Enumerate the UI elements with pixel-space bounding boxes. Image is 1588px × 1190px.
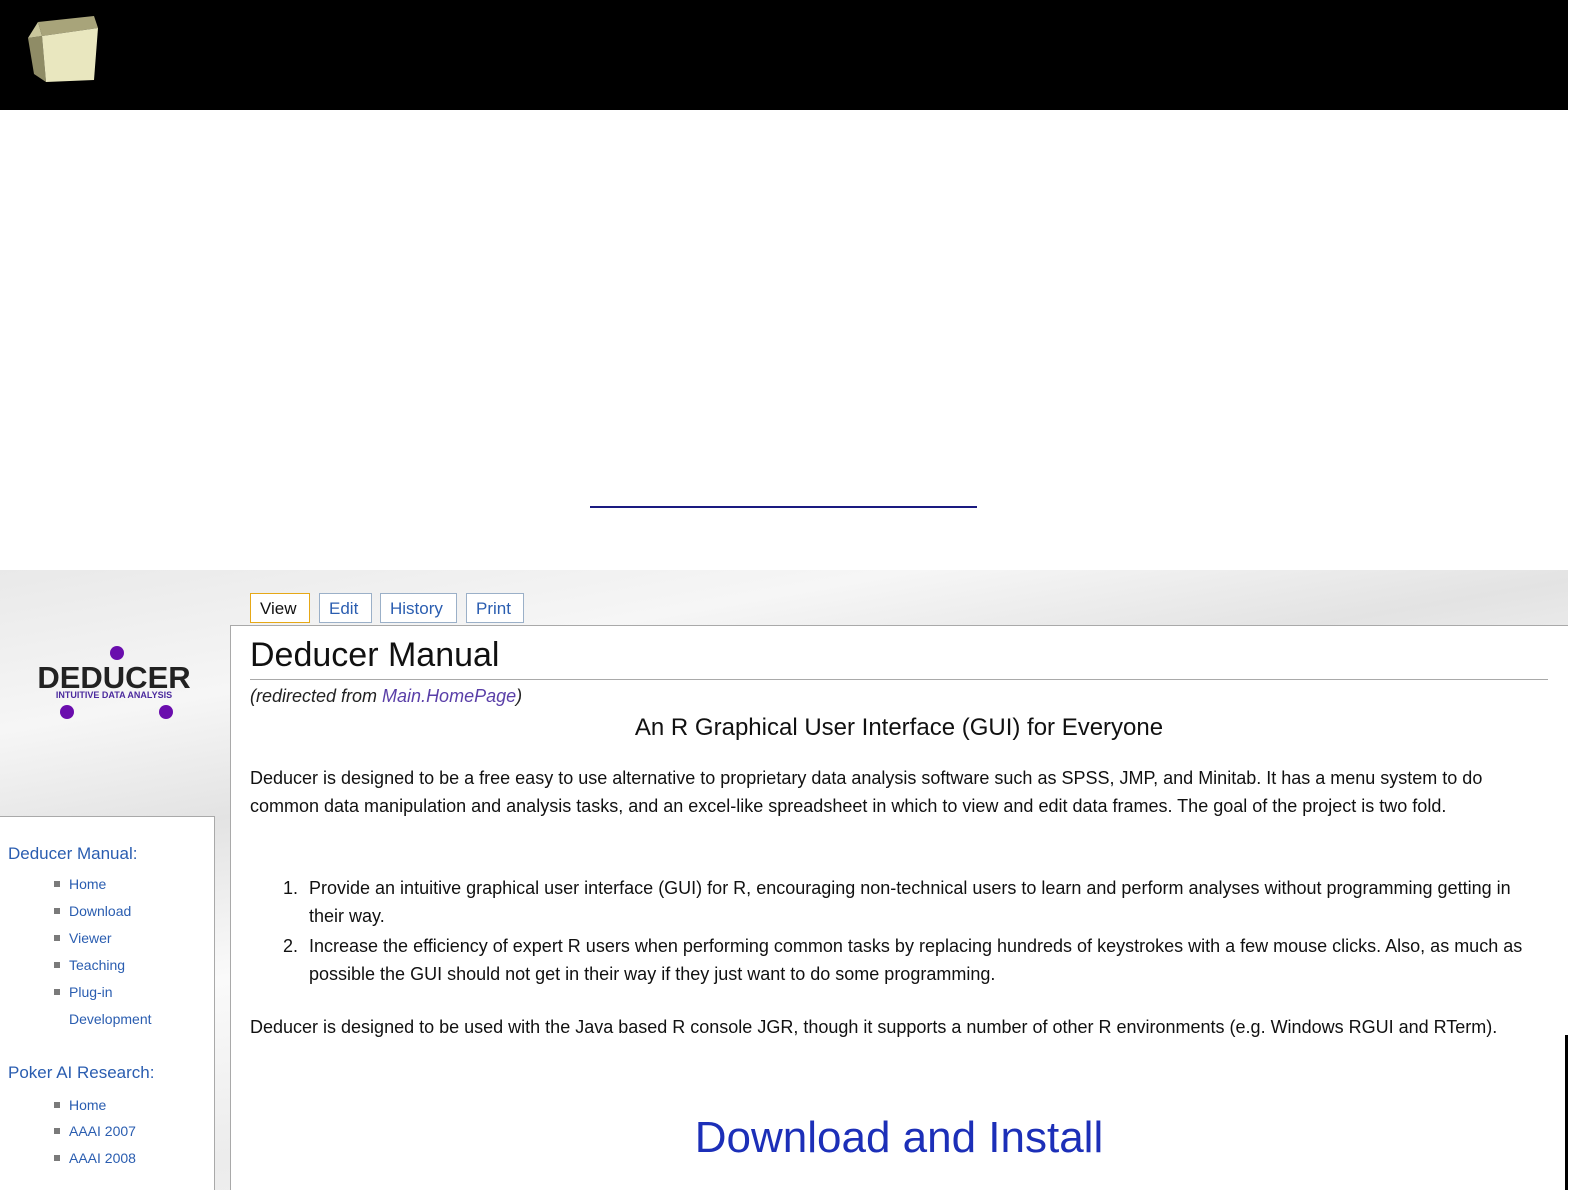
outro-paragraph: Deducer is designed to be used with the … [250,1017,1498,1037]
page-content: Deducer Manual (redirected from Main.Hom… [230,625,1568,1190]
download-heading[interactable]: Download and Install [231,1113,1567,1163]
logo-tagline: INTUITIVE DATA ANALYSIS [56,690,172,700]
page-subtitle: An R Graphical User Interface (GUI) for … [634,714,1164,741]
redirect-link[interactable]: Main.HomePage [382,686,516,706]
tab-print[interactable]: Print [466,593,524,623]
tab-history[interactable]: History [380,593,457,623]
intro-paragraph: Deducer is designed to be a free easy to… [250,768,1483,816]
sidebar-item-home[interactable]: Home [53,876,106,892]
sidebar-item-download[interactable]: Download [53,903,131,919]
sidebar-item-plugin[interactable]: Plug-in [54,984,113,1000]
list-number: 1. [283,878,299,898]
sidebar-section-poker-ai[interactable]: Poker AI Research: [8,1063,154,1083]
page-title: Deducer Manual [250,636,500,674]
tab-edit[interactable]: Edit [319,593,372,623]
sidebar-item-viewer[interactable]: Viewer [54,930,112,946]
redirect-note: (redirected from Main.HomePage) [250,686,522,707]
sidebar-item-aaai-2007[interactable]: AAAI 2007 [54,1123,136,1139]
sidebar-section-deducer-manual[interactable]: Deducer Manual: [8,844,137,864]
sidebar-item-poker-home[interactable]: Home [53,1097,106,1113]
tab-view[interactable]: View [250,593,310,623]
cube-icon [28,16,98,82]
list-number: 2. [283,936,299,956]
redirect-prefix: (redirected from [250,686,383,706]
list-item: Increase the efficiency of expert R user… [309,936,1523,984]
website-screenshot: DEDUCER INTUITIVE DATA ANALYSIS Deducer … [0,570,1568,1190]
sidebar: Deducer Manual: Home Download Viewer Tea… [0,816,215,1190]
sidebar-item-plugin-development[interactable]: Development [69,1011,152,1027]
slide-header-bar [0,0,1568,110]
deducer-logo: DEDUCER INTUITIVE DATA ANALYSIS [37,646,191,719]
sidebar-item-aaai-2008[interactable]: AAAI 2008 [54,1150,136,1166]
hyperlink-underline[interactable] [590,506,977,508]
redirect-suffix: ) [516,686,523,706]
slide-edge-line [1565,1035,1568,1190]
list-item: Provide an intuitive graphical user inte… [309,878,1511,926]
sidebar-item-teaching[interactable]: Teaching [53,957,125,973]
title-divider [250,679,1548,680]
